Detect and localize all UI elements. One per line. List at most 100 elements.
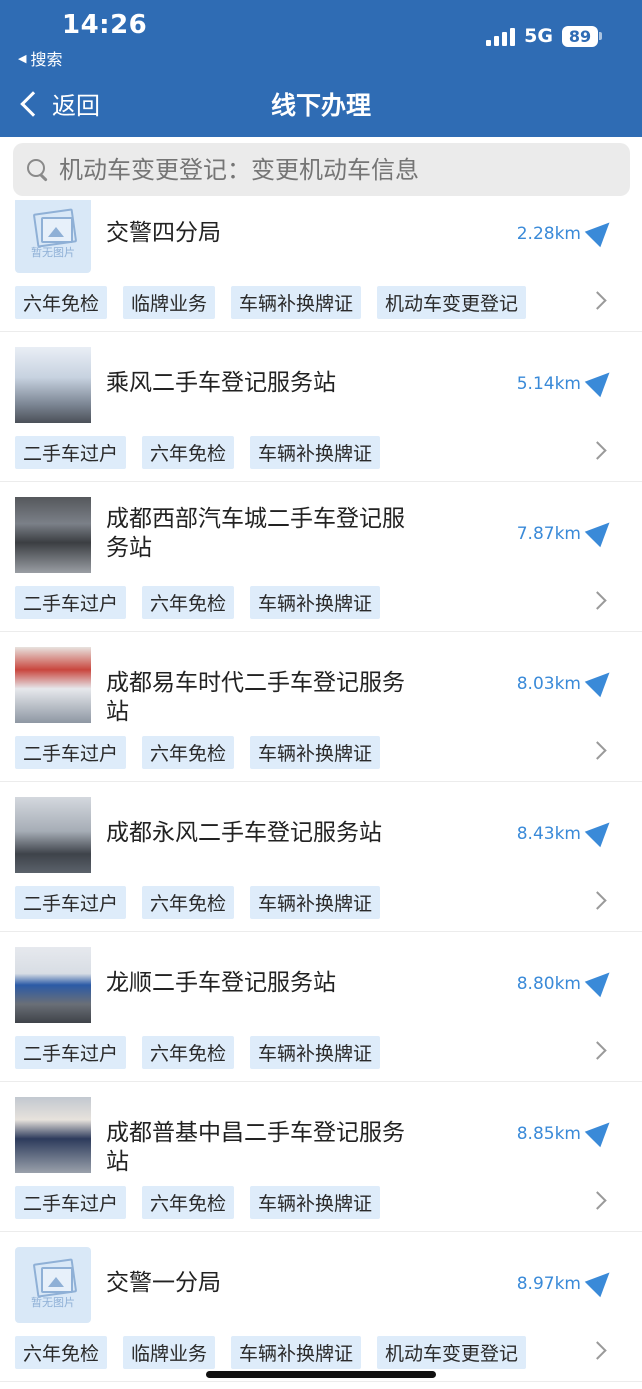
station-card[interactable]: 乘风二手车登记服务站 5.14km 二手车过户 六年免检 车辆补换牌证 xyxy=(0,332,642,482)
station-distance: 8.03km xyxy=(516,674,581,694)
image-placeholder-icon xyxy=(33,211,73,243)
service-tag: 六年免检 xyxy=(15,1336,108,1369)
service-tag: 六年免检 xyxy=(142,886,235,919)
search-input[interactable] xyxy=(59,155,619,184)
service-tag: 车辆补换牌证 xyxy=(250,586,381,619)
station-image-placeholder: 暂无图片 xyxy=(15,1247,91,1323)
service-tags: 二手车过户 六年免检 车辆补换牌证 xyxy=(15,736,381,769)
chevron-right-icon[interactable] xyxy=(588,1191,607,1210)
service-tag: 车辆补换牌证 xyxy=(250,1036,381,1069)
chevron-left-icon xyxy=(20,90,46,117)
chevron-right-icon[interactable] xyxy=(588,291,607,310)
service-tags: 二手车过户 六年免检 车辆补换牌证 xyxy=(15,1186,381,1219)
service-tag: 机动车变更登记 xyxy=(377,286,527,319)
service-tag: 机动车变更登记 xyxy=(377,1336,527,1369)
station-photo xyxy=(15,497,91,573)
battery-icon: 89 xyxy=(562,25,602,47)
station-distance: 8.85km xyxy=(516,1124,581,1144)
image-placeholder-icon xyxy=(33,1261,73,1293)
back-button[interactable]: 返回 xyxy=(18,86,100,121)
station-distance: 2.28km xyxy=(516,224,581,244)
station-distance: 8.80km xyxy=(516,974,581,994)
station-photo xyxy=(15,347,91,423)
chevron-right-icon[interactable] xyxy=(588,891,607,910)
navigation-arrow-icon[interactable] xyxy=(584,964,618,998)
station-name: 交警四分局 xyxy=(106,220,221,246)
station-photo xyxy=(15,797,91,873)
search-bar[interactable] xyxy=(13,143,630,196)
service-tag: 二手车过户 xyxy=(15,886,127,919)
service-tag: 车辆补换牌证 xyxy=(250,736,381,769)
service-tags: 六年免检 临牌业务 车辆补换牌证 机动车变更登记 xyxy=(15,286,527,319)
service-tags: 二手车过户 六年免检 车辆补换牌证 xyxy=(15,1036,381,1069)
navigation-arrow-icon[interactable] xyxy=(584,814,618,848)
chevron-right-icon[interactable] xyxy=(588,1341,607,1360)
service-tag: 六年免检 xyxy=(142,586,235,619)
service-tag: 二手车过户 xyxy=(15,1036,127,1069)
station-card[interactable]: 成都西部汽车城二手车登记服务站 7.87km 二手车过户 六年免检 车辆补换牌证 xyxy=(0,482,642,632)
service-tag: 车辆补换牌证 xyxy=(231,286,362,319)
service-tags: 二手车过户 六年免检 车辆补换牌证 xyxy=(15,436,381,469)
navigation-arrow-icon[interactable] xyxy=(584,1114,618,1148)
station-distance: 8.97km xyxy=(516,1274,581,1294)
navigation-arrow-icon[interactable] xyxy=(584,514,618,548)
navigation-arrow-icon[interactable] xyxy=(584,664,618,698)
station-name: 成都普基中昌二手车登记服务站 xyxy=(106,1120,405,1175)
home-indicator[interactable] xyxy=(206,1371,436,1378)
service-tag: 二手车过户 xyxy=(15,1186,127,1219)
service-tag: 车辆补换牌证 xyxy=(250,1186,381,1219)
service-tags: 六年免检 临牌业务 车辆补换牌证 机动车变更登记 xyxy=(15,1336,527,1369)
service-tag: 二手车过户 xyxy=(15,736,127,769)
station-card[interactable]: 暂无图片 交警四分局 2.28km 六年免检 临牌业务 车辆补换牌证 机动车变更… xyxy=(0,200,642,332)
service-tag: 临牌业务 xyxy=(123,1336,216,1369)
chevron-right-icon[interactable] xyxy=(588,1041,607,1060)
service-tag: 六年免检 xyxy=(142,436,235,469)
service-tags: 二手车过户 六年免检 车辆补换牌证 xyxy=(15,586,381,619)
station-card[interactable]: 龙顺二手车登记服务站 8.80km 二手车过户 六年免检 车辆补换牌证 xyxy=(0,932,642,1082)
service-tag: 二手车过户 xyxy=(15,586,127,619)
chevron-right-icon[interactable] xyxy=(588,741,607,760)
back-label: 返回 xyxy=(52,92,100,120)
service-tag: 车辆补换牌证 xyxy=(231,1336,362,1369)
service-tag: 六年免检 xyxy=(142,1186,235,1219)
navigation-arrow-icon[interactable] xyxy=(584,1264,618,1298)
status-back-to-app[interactable]: ◀ 搜索 xyxy=(18,46,62,70)
service-tag: 六年免检 xyxy=(142,1036,235,1069)
station-card[interactable]: 成都永风二手车登记服务站 8.43km 二手车过户 六年免检 车辆补换牌证 xyxy=(0,782,642,932)
station-name: 龙顺二手车登记服务站 xyxy=(106,970,336,996)
station-distance: 8.43km xyxy=(516,824,581,844)
chevron-right-icon[interactable] xyxy=(588,441,607,460)
station-card[interactable]: 成都易车时代二手车登记服务站 8.03km 二手车过户 六年免检 车辆补换牌证 xyxy=(0,632,642,782)
battery-level: 89 xyxy=(562,25,598,47)
station-list[interactable]: 暂无图片 交警四分局 2.28km 六年免检 临牌业务 车辆补换牌证 机动车变更… xyxy=(0,200,642,1389)
station-photo xyxy=(15,947,91,1023)
station-name: 乘风二手车登记服务站 xyxy=(106,370,336,396)
station-name: 交警一分局 xyxy=(106,1270,221,1296)
station-card[interactable]: 成都普基中昌二手车登记服务站 8.85km 二手车过户 六年免检 车辆补换牌证 xyxy=(0,1082,642,1232)
station-image-placeholder: 暂无图片 xyxy=(15,200,91,273)
search-icon xyxy=(27,158,49,181)
back-triangle-icon: ◀ xyxy=(18,51,27,65)
station-name: 成都易车时代二手车登记服务站 xyxy=(106,670,405,725)
station-photo xyxy=(15,1097,91,1173)
chevron-right-icon[interactable] xyxy=(588,591,607,610)
network-type: 5G xyxy=(524,25,553,47)
service-tag: 临牌业务 xyxy=(123,286,216,319)
station-card[interactable]: 暂无图片 交警一分局 8.97km 六年免检 临牌业务 车辆补换牌证 机动车变更… xyxy=(0,1232,642,1382)
service-tag: 车辆补换牌证 xyxy=(250,886,381,919)
station-photo xyxy=(15,647,91,723)
service-tag: 六年免检 xyxy=(142,736,235,769)
station-distance: 5.14km xyxy=(516,374,581,394)
station-distance: 7.87km xyxy=(516,524,581,544)
station-name: 成都永风二手车登记服务站 xyxy=(106,820,382,846)
service-tag: 二手车过户 xyxy=(15,436,127,469)
navigation-arrow-icon[interactable] xyxy=(584,364,618,398)
status-indicators: 5G 89 xyxy=(486,25,602,47)
station-name: 成都西部汽车城二手车登记服务站 xyxy=(106,506,405,561)
status-back-label: 搜索 xyxy=(30,50,63,69)
service-tags: 二手车过户 六年免检 车辆补换牌证 xyxy=(15,886,381,919)
navigation-arrow-icon[interactable] xyxy=(584,214,618,248)
service-tag: 车辆补换牌证 xyxy=(250,436,381,469)
service-tag: 六年免检 xyxy=(15,286,108,319)
top-bar: 14:26 ◀ 搜索 5G 89 返回 线下办理 xyxy=(0,0,642,137)
